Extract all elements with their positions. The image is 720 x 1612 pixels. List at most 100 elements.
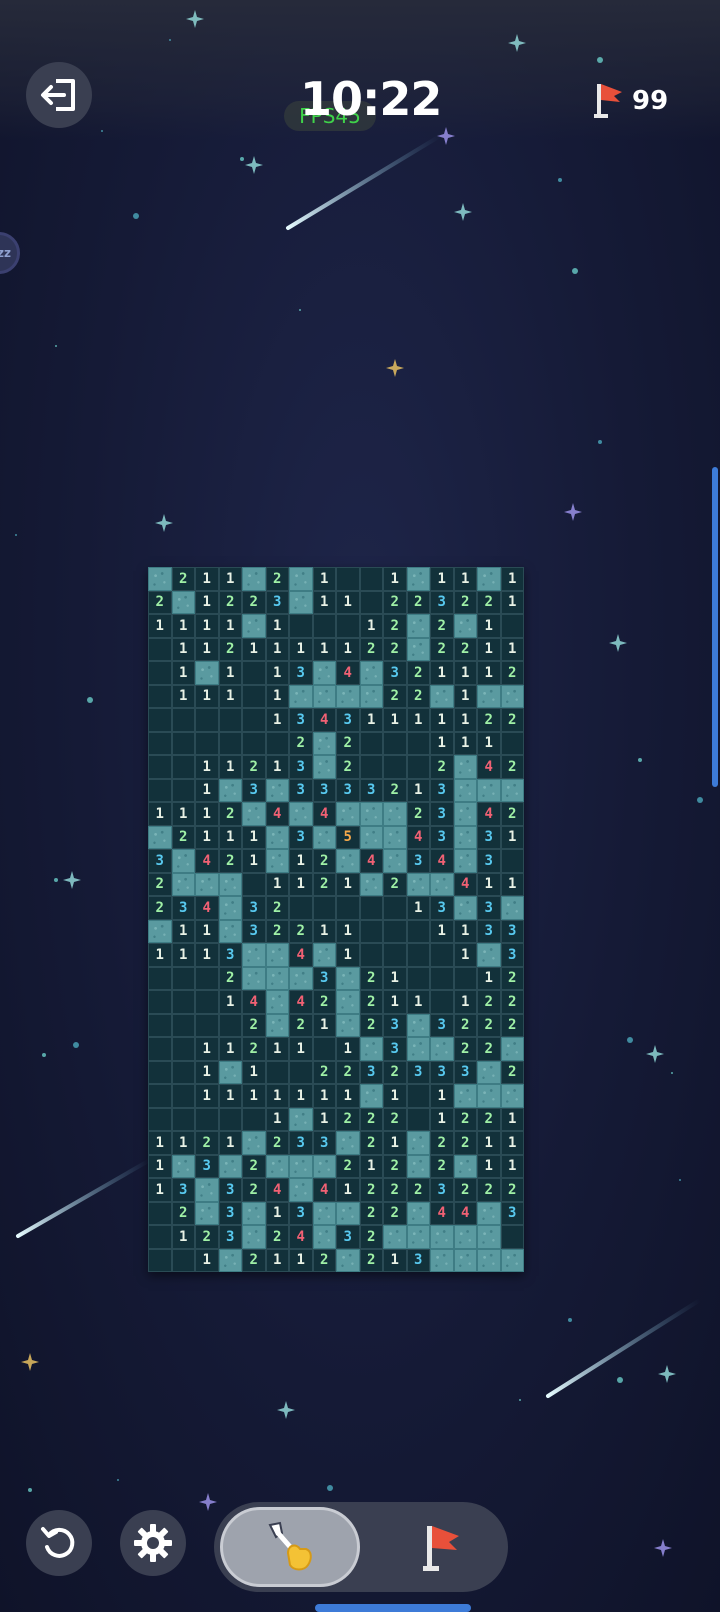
empty-cell[interactable] bbox=[500, 1225, 524, 1249]
covered-cell[interactable] bbox=[218, 1154, 242, 1178]
number-cell[interactable]: 1 bbox=[289, 849, 313, 873]
number-cell[interactable]: 4 bbox=[477, 802, 501, 826]
number-cell[interactable]: 1 bbox=[195, 1084, 219, 1108]
number-cell[interactable]: 1 bbox=[336, 919, 360, 943]
scroll-indicator[interactable] bbox=[712, 467, 718, 787]
number-cell[interactable]: 4 bbox=[289, 990, 313, 1014]
covered-cell[interactable] bbox=[265, 966, 289, 990]
number-cell[interactable]: 3 bbox=[406, 849, 430, 873]
covered-cell[interactable] bbox=[171, 872, 195, 896]
number-cell[interactable]: 2 bbox=[383, 590, 407, 614]
empty-cell[interactable] bbox=[148, 1013, 172, 1037]
number-cell[interactable]: 2 bbox=[242, 1013, 266, 1037]
number-cell[interactable]: 2 bbox=[359, 966, 383, 990]
covered-cell[interactable] bbox=[336, 1131, 360, 1155]
number-cell[interactable]: 2 bbox=[406, 684, 430, 708]
number-cell[interactable]: 1 bbox=[453, 943, 477, 967]
settings-button[interactable] bbox=[120, 1510, 186, 1576]
number-cell[interactable]: 2 bbox=[218, 849, 242, 873]
number-cell[interactable]: 1 bbox=[500, 1107, 524, 1131]
number-cell[interactable]: 1 bbox=[171, 1225, 195, 1249]
number-cell[interactable]: 2 bbox=[359, 637, 383, 661]
covered-cell[interactable] bbox=[265, 1154, 289, 1178]
number-cell[interactable]: 1 bbox=[406, 990, 430, 1014]
empty-cell[interactable] bbox=[265, 731, 289, 755]
covered-cell[interactable] bbox=[265, 778, 289, 802]
number-cell[interactable]: 2 bbox=[265, 1131, 289, 1155]
number-cell[interactable]: 2 bbox=[242, 1037, 266, 1061]
number-cell[interactable]: 1 bbox=[336, 872, 360, 896]
covered-cell[interactable] bbox=[359, 872, 383, 896]
number-cell[interactable]: 1 bbox=[171, 661, 195, 685]
number-cell[interactable]: 5 bbox=[336, 825, 360, 849]
empty-cell[interactable] bbox=[406, 755, 430, 779]
number-cell[interactable]: 2 bbox=[406, 802, 430, 826]
number-cell[interactable]: 1 bbox=[406, 778, 430, 802]
number-cell[interactable]: 2 bbox=[359, 1131, 383, 1155]
number-cell[interactable]: 2 bbox=[406, 1178, 430, 1202]
number-cell[interactable]: 3 bbox=[383, 1013, 407, 1037]
number-cell[interactable]: 3 bbox=[218, 943, 242, 967]
covered-cell[interactable] bbox=[265, 943, 289, 967]
covered-cell[interactable] bbox=[406, 1013, 430, 1037]
empty-cell[interactable] bbox=[336, 614, 360, 638]
exit-button[interactable] bbox=[26, 62, 92, 128]
number-cell[interactable]: 1 bbox=[265, 1248, 289, 1272]
covered-cell[interactable] bbox=[383, 802, 407, 826]
number-cell[interactable]: 1 bbox=[289, 637, 313, 661]
number-cell[interactable]: 2 bbox=[359, 1225, 383, 1249]
empty-cell[interactable] bbox=[171, 1037, 195, 1061]
number-cell[interactable]: 2 bbox=[383, 1060, 407, 1084]
number-cell[interactable]: 2 bbox=[242, 590, 266, 614]
number-cell[interactable]: 1 bbox=[242, 1084, 266, 1108]
empty-cell[interactable] bbox=[383, 919, 407, 943]
covered-cell[interactable] bbox=[453, 755, 477, 779]
number-cell[interactable]: 3 bbox=[430, 825, 454, 849]
number-cell[interactable]: 1 bbox=[359, 614, 383, 638]
covered-cell[interactable] bbox=[218, 778, 242, 802]
covered-cell[interactable] bbox=[383, 825, 407, 849]
number-cell[interactable]: 2 bbox=[359, 1248, 383, 1272]
number-cell[interactable]: 1 bbox=[453, 708, 477, 732]
covered-cell[interactable] bbox=[430, 684, 454, 708]
covered-cell[interactable] bbox=[312, 943, 336, 967]
number-cell[interactable]: 2 bbox=[500, 802, 524, 826]
covered-cell[interactable] bbox=[148, 919, 172, 943]
covered-cell[interactable] bbox=[195, 661, 219, 685]
number-cell[interactable]: 1 bbox=[500, 872, 524, 896]
number-cell[interactable]: 2 bbox=[477, 1107, 501, 1131]
covered-cell[interactable] bbox=[500, 1248, 524, 1272]
number-cell[interactable]: 1 bbox=[171, 684, 195, 708]
number-cell[interactable]: 1 bbox=[406, 708, 430, 732]
empty-cell[interactable] bbox=[383, 896, 407, 920]
number-cell[interactable]: 1 bbox=[195, 825, 219, 849]
covered-cell[interactable] bbox=[383, 849, 407, 873]
empty-cell[interactable] bbox=[195, 1013, 219, 1037]
number-cell[interactable]: 2 bbox=[453, 1107, 477, 1131]
empty-cell[interactable] bbox=[312, 614, 336, 638]
home-indicator[interactable] bbox=[315, 1604, 471, 1612]
number-cell[interactable]: 3 bbox=[289, 825, 313, 849]
number-cell[interactable]: 3 bbox=[218, 1178, 242, 1202]
number-cell[interactable]: 3 bbox=[477, 825, 501, 849]
covered-cell[interactable] bbox=[218, 1248, 242, 1272]
number-cell[interactable]: 1 bbox=[383, 567, 407, 591]
number-cell[interactable]: 1 bbox=[218, 825, 242, 849]
covered-cell[interactable] bbox=[195, 1201, 219, 1225]
covered-cell[interactable] bbox=[500, 778, 524, 802]
number-cell[interactable]: 2 bbox=[171, 825, 195, 849]
covered-cell[interactable] bbox=[359, 1037, 383, 1061]
empty-cell[interactable] bbox=[148, 661, 172, 685]
covered-cell[interactable] bbox=[359, 661, 383, 685]
empty-cell[interactable] bbox=[359, 590, 383, 614]
number-cell[interactable]: 3 bbox=[500, 943, 524, 967]
number-cell[interactable]: 3 bbox=[500, 919, 524, 943]
number-cell[interactable]: 1 bbox=[195, 919, 219, 943]
empty-cell[interactable] bbox=[148, 755, 172, 779]
number-cell[interactable]: 2 bbox=[312, 990, 336, 1014]
number-cell[interactable]: 2 bbox=[406, 590, 430, 614]
covered-cell[interactable] bbox=[171, 1154, 195, 1178]
number-cell[interactable]: 1 bbox=[430, 731, 454, 755]
covered-cell[interactable] bbox=[312, 1225, 336, 1249]
empty-cell[interactable] bbox=[148, 1225, 172, 1249]
